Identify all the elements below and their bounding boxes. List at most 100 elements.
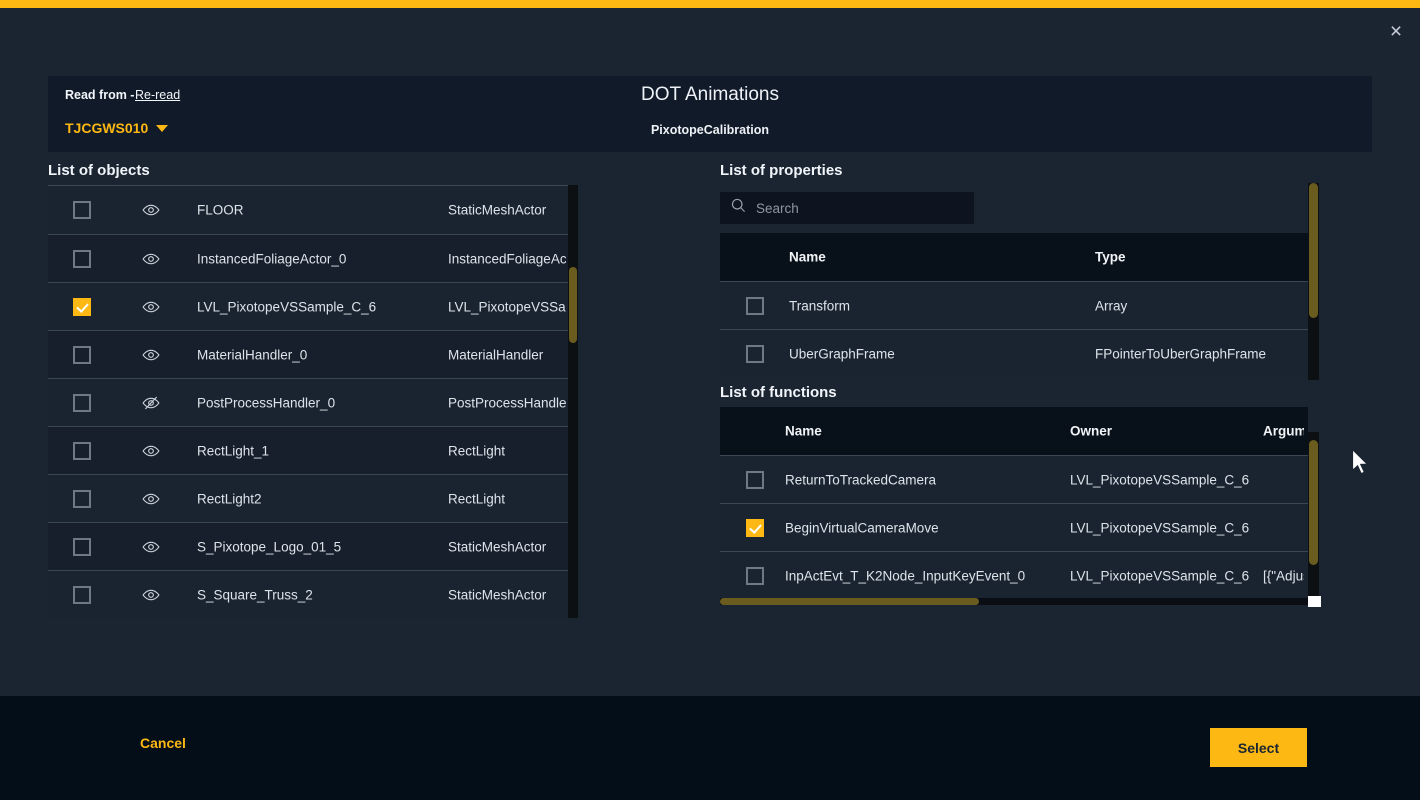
row-checkbox[interactable] — [73, 250, 91, 268]
object-name: RectLight2 — [197, 491, 262, 506]
properties-table: Name Type Transform Array UberGraphFrame… — [720, 233, 1308, 377]
object-type: StaticMeshActor — [448, 203, 566, 218]
column-header-owner: Owner — [1070, 424, 1112, 439]
row-checkbox[interactable] — [73, 586, 91, 604]
column-header-name: Name — [785, 424, 822, 439]
table-row[interactable]: RectLight2 RectLight — [48, 474, 578, 522]
mouse-cursor — [1351, 448, 1370, 482]
property-name: UberGraphFrame — [789, 346, 895, 361]
object-name: MaterialHandler_0 — [197, 347, 307, 362]
row-checkbox[interactable] — [746, 297, 764, 315]
property-name: Transform — [789, 298, 850, 313]
object-name: S_Square_Truss_2 — [197, 587, 313, 602]
row-checkbox[interactable] — [746, 345, 764, 363]
objects-table: FLOOR StaticMeshActor InstancedFoliageAc… — [48, 185, 578, 618]
scrollbar-thumb[interactable] — [1309, 183, 1318, 318]
object-type: PostProcessHandler — [448, 395, 566, 410]
table-row[interactable]: S_Square_Truss_2 StaticMeshActor — [48, 570, 578, 618]
functions-table: Name Owner Arguments ReturnToTrackedCame… — [720, 407, 1308, 599]
scrollbar-corner — [1308, 596, 1321, 607]
table-row[interactable]: BeginVirtualCameraMove LVL_PixotopeVSSam… — [720, 503, 1308, 551]
function-owner: LVL_PixotopeVSSample_C_6 — [1070, 472, 1249, 487]
column-header-type: Type — [1095, 250, 1126, 265]
eye-icon[interactable] — [142, 490, 160, 508]
eye-off-icon[interactable] — [142, 394, 160, 412]
row-checkbox[interactable] — [746, 519, 764, 537]
eye-icon[interactable] — [142, 250, 160, 268]
row-checkbox[interactable] — [746, 471, 764, 489]
function-name: ReturnToTrackedCamera — [785, 472, 936, 487]
scrollbar-thumb[interactable] — [1309, 440, 1318, 565]
table-row[interactable]: RectLight_1 RectLight — [48, 426, 578, 474]
row-checkbox[interactable] — [73, 346, 91, 364]
object-type: StaticMeshActor — [448, 539, 566, 554]
row-checkbox[interactable] — [73, 298, 91, 316]
table-row[interactable]: LVL_PixotopeVSSample_C_6 LVL_PixotopeVSS… — [48, 282, 578, 330]
functions-table-header: Name Owner Arguments — [720, 407, 1308, 455]
object-type: LVL_PixotopeVSSam — [448, 299, 566, 314]
object-type: MaterialHandler — [448, 347, 566, 362]
dialog-title: DOT Animations — [48, 84, 1372, 106]
eye-icon[interactable] — [142, 201, 160, 219]
search-input[interactable] — [756, 201, 956, 216]
dialog-footer: Cancel Select — [0, 696, 1420, 800]
scrollbar-thumb[interactable] — [720, 598, 979, 605]
row-checkbox[interactable] — [73, 394, 91, 412]
object-name: InstancedFoliageActor_0 — [197, 251, 346, 266]
eye-icon[interactable] — [142, 538, 160, 556]
row-checkbox[interactable] — [73, 538, 91, 556]
row-checkbox[interactable] — [73, 442, 91, 460]
top-accent-bar — [0, 0, 1420, 8]
function-name: InpActEvt_T_K2Node_InputKeyEvent_0 — [785, 568, 1025, 583]
eye-icon[interactable] — [142, 586, 160, 604]
cancel-button[interactable]: Cancel — [140, 735, 186, 751]
table-row[interactable]: ReturnToTrackedCamera LVL_PixotopeVSSamp… — [720, 455, 1308, 503]
row-checkbox[interactable] — [73, 490, 91, 508]
functions-scrollbar[interactable] — [1308, 432, 1319, 598]
row-checkbox[interactable] — [73, 201, 91, 219]
eye-icon[interactable] — [142, 442, 160, 460]
function-owner: LVL_PixotopeVSSample_C_6 — [1070, 568, 1249, 583]
eye-icon[interactable] — [142, 298, 160, 316]
table-row[interactable]: S_Pixotope_Logo_01_5 StaticMeshActor — [48, 522, 578, 570]
object-type: StaticMeshActor — [448, 587, 566, 602]
object-type: RectLight — [448, 443, 566, 458]
table-row[interactable]: InstancedFoliageActor_0 InstancedFoliage… — [48, 234, 578, 282]
function-arguments: [{"Adjus — [1263, 568, 1304, 583]
property-type: Array — [1095, 298, 1127, 313]
object-name: FLOOR — [197, 203, 244, 218]
properties-table-header: Name Type — [720, 233, 1308, 281]
functions-horizontal-scrollbar[interactable] — [720, 598, 1308, 605]
select-button[interactable]: Select — [1210, 728, 1307, 767]
dialog-header: Read from - Re-read TJCGWS010 DOT Animat… — [48, 76, 1372, 152]
function-owner: LVL_PixotopeVSSample_C_6 — [1070, 520, 1249, 535]
search-icon — [730, 197, 747, 219]
object-type: RectLight — [448, 491, 566, 506]
object-name: RectLight_1 — [197, 443, 269, 458]
table-row[interactable]: InpActEvt_T_K2Node_InputKeyEvent_0 LVL_P… — [720, 551, 1308, 599]
object-type: InstancedFoliageAc — [448, 251, 566, 266]
close-icon[interactable]: × — [1384, 20, 1408, 44]
table-row[interactable]: FLOOR StaticMeshActor — [48, 186, 578, 234]
objects-scrollbar[interactable] — [568, 185, 578, 618]
table-row[interactable]: PostProcessHandler_0 PostProcessHandler — [48, 378, 578, 426]
dialog-subtitle: PixotopeCalibration — [48, 123, 1372, 137]
scrollbar-thumb[interactable] — [569, 267, 577, 343]
object-name: LVL_PixotopeVSSample_C_6 — [197, 299, 376, 314]
column-header-name: Name — [789, 250, 826, 265]
objects-title: List of objects — [48, 162, 150, 179]
row-checkbox[interactable] — [746, 567, 764, 585]
object-name: S_Pixotope_Logo_01_5 — [197, 539, 341, 554]
property-type: FPointerToUberGraphFrame — [1095, 346, 1266, 361]
eye-icon[interactable] — [142, 346, 160, 364]
function-name: BeginVirtualCameraMove — [785, 520, 939, 535]
functions-title: List of functions — [720, 384, 837, 401]
object-name: PostProcessHandler_0 — [197, 395, 335, 410]
properties-title: List of properties — [720, 162, 843, 179]
table-row[interactable]: Transform Array — [720, 281, 1308, 329]
properties-scrollbar[interactable] — [1308, 183, 1319, 380]
properties-search[interactable] — [720, 192, 974, 224]
table-row[interactable]: MaterialHandler_0 MaterialHandler — [48, 330, 578, 378]
table-row[interactable]: UberGraphFrame FPointerToUberGraphFrame — [720, 329, 1308, 377]
dialog: × Read from - Re-read TJCGWS010 DOT Anim… — [0, 0, 1420, 800]
